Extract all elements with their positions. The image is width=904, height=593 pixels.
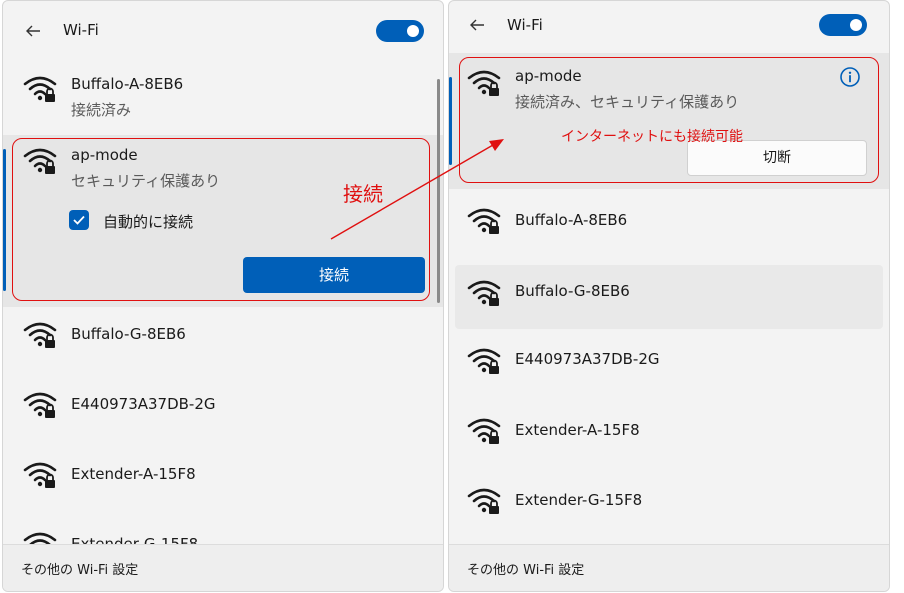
annotation-arrow xyxy=(330,139,504,240)
